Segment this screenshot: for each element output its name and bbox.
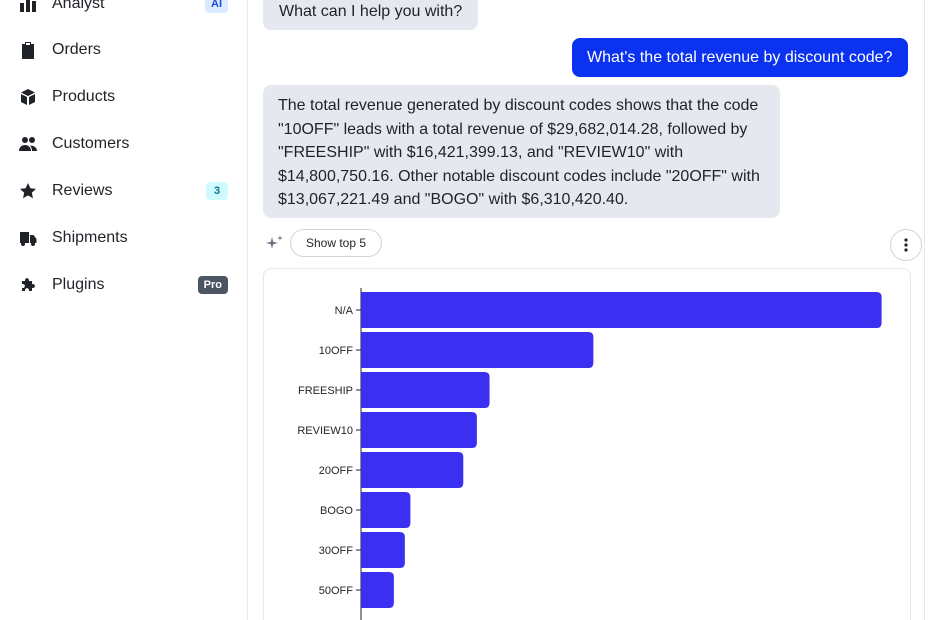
sidebar-item-shipments[interactable]: Shipments (0, 223, 248, 253)
more-options-button[interactable] (890, 229, 922, 261)
y-tick-label: BOGO (320, 505, 353, 517)
sidebar-item-orders[interactable]: Orders (0, 35, 248, 65)
users-icon (19, 135, 37, 153)
puzzle-icon (19, 276, 37, 294)
sidebar-item-label: Plugins (52, 276, 105, 293)
sidebar: Analyst AI Orders Products Customers Reviews 3… (0, 0, 248, 620)
sidebar-item-label: Customers (52, 135, 130, 152)
sidebar-item-label: Orders (52, 41, 101, 58)
assistant-greeting-message: What can I help you with? (263, 0, 479, 30)
star-icon (19, 182, 37, 200)
truck-icon (19, 229, 37, 247)
clipboard-icon (19, 41, 37, 59)
sidebar-item-label: Shipments (52, 229, 128, 246)
sidebar-item-label: Products (52, 88, 116, 105)
bar-30off[interactable] (361, 532, 405, 568)
bar-na[interactable] (361, 292, 882, 328)
y-tick-label: FREESHIP (298, 385, 353, 397)
bar-10off[interactable] (361, 332, 594, 368)
message-actions: Show top 5 (263, 229, 922, 261)
sidebar-item-products[interactable]: Products (0, 82, 248, 112)
vertical-dots-icon (904, 238, 908, 252)
box-icon (19, 88, 37, 106)
answer-line: "FREESHIP" with $16,421,399.13, and "REV… (278, 144, 684, 161)
scrollbar-track[interactable] (924, 0, 930, 620)
answer-line: "10OFF" leads with a total revenue of $2… (278, 120, 748, 138)
bar-50off[interactable] (361, 572, 394, 608)
revenue-by-discount-chart: N/A 10OFF FREESHIP REVIEW10 20OFF BOGO 30OFF 50… (263, 268, 911, 620)
y-tick-label: 10OFF (319, 345, 354, 357)
answer-line: The total revenue generated by discount … (278, 97, 759, 114)
y-tick-label: 50OFF (319, 585, 354, 597)
sidebar-badge-plugins: Pro (197, 276, 228, 294)
bar-chart: N/A 10OFF FREESHIP REVIEW10 20OFF BOGO 30OFF 50… (297, 288, 882, 620)
user-message-text: What's the total revenue by discount cod… (587, 49, 893, 66)
sidebar-item-reviews[interactable]: Reviews 3 (0, 176, 248, 206)
bar-review10[interactable] (361, 412, 477, 448)
y-tick-label: 20OFF (319, 465, 354, 477)
assistant-answer-message: The total revenue generated by discount … (263, 85, 780, 218)
sidebar-item-analyst[interactable]: Analyst AI (0, 0, 248, 19)
sidebar-item-plugins[interactable]: Plugins Pro (0, 270, 248, 300)
sidebar-badge-reviews: 3 (206, 182, 228, 200)
sidebar-item-label: Reviews (52, 182, 113, 199)
answer-line: $14,800,750.16. Other notable discount c… (278, 167, 760, 185)
show-top-5-label: Show top 5 (306, 236, 367, 250)
y-tick-label: REVIEW10 (297, 425, 353, 437)
greeting-text: What can I help you with? (279, 3, 463, 20)
y-tick-label: N/A (335, 305, 354, 317)
chat-panel: What can I help you with? What's the tot… (249, 0, 930, 620)
bar-bogo[interactable] (361, 492, 411, 528)
sparkle-icon (266, 235, 283, 249)
bar-20off[interactable] (361, 452, 464, 488)
show-top-5-button[interactable]: Show top 5 (290, 229, 383, 257)
sidebar-badge-analyst: AI (205, 0, 228, 13)
bar-freeship[interactable] (361, 372, 490, 408)
sidebar-item-customers[interactable]: Customers (0, 129, 248, 159)
bar-chart-icon (19, 0, 37, 13)
user-message: What's the total revenue by discount cod… (572, 38, 909, 77)
y-tick-label: 30OFF (319, 545, 354, 557)
answer-line: $13,067,221.49 and "BOGO" with $6,310,42… (278, 191, 629, 208)
sidebar-item-label: Analyst (52, 0, 105, 12)
